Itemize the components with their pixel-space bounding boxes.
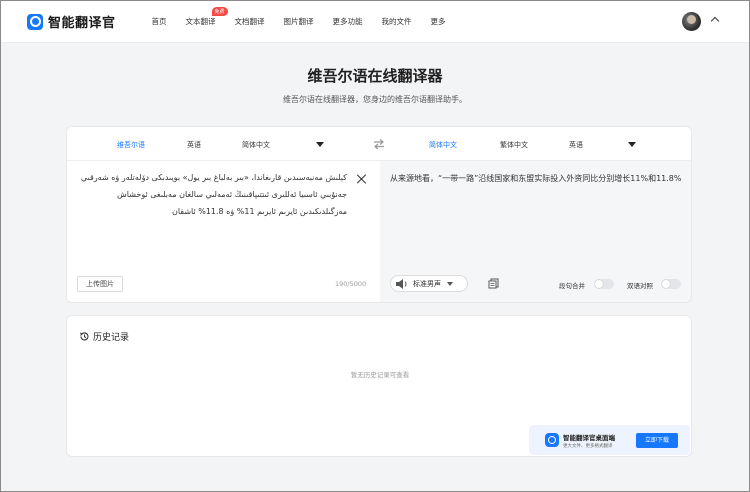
clear-icon[interactable] — [357, 174, 367, 184]
app-logo-icon — [545, 433, 559, 447]
target-lang-english[interactable]: 英语 — [569, 140, 583, 150]
upload-image-button[interactable]: 上传图片 — [77, 276, 123, 292]
avatar[interactable] — [682, 12, 701, 31]
history-panel: 历史记录 暂无历史记录可查看 智能翻译官桌面端 更大文件、更多格式翻译 立即下载 — [66, 315, 692, 457]
bilingual-label: 双语对照 — [627, 282, 653, 290]
paragraph-merge-label: 段句合并 — [559, 282, 585, 290]
language-bar: 维吾尔语 英语 简体中文 简体中文 繁体中文 英语 — [67, 127, 691, 161]
download-title: 智能翻译官桌面端 — [563, 434, 615, 442]
free-badge: 免费 — [211, 7, 228, 16]
download-now-button[interactable]: 立即下载 — [636, 433, 678, 448]
menu-item-my-files[interactable]: 我的文件 — [382, 16, 412, 27]
target-lang-dropdown-icon[interactable] — [628, 142, 636, 147]
bilingual-toggle[interactable] — [661, 279, 681, 289]
main-menu: 首页 文本翻译 免费 文档翻译 图片翻译 更多功能 我的文件 更多 — [152, 7, 465, 27]
menu-item-more[interactable]: 更多 — [431, 16, 446, 27]
menu-item-doc-translate[interactable]: 文档翻译 — [235, 16, 265, 27]
source-lang-english[interactable]: 英语 — [187, 140, 201, 150]
target-lang-traditional[interactable]: 繁体中文 — [500, 140, 528, 150]
history-title: 历史记录 — [93, 333, 130, 343]
page-subtitle: 维吾尔语在线翻译器，您身边的维吾尔语翻译助手。 — [283, 95, 467, 104]
source-input-area[interactable]: كېلىش مەنبەسىدىن قارىغاندا، «بىر بەلباغ … — [67, 161, 380, 302]
source-lang-uyghur[interactable]: 维吾尔语 — [117, 140, 145, 150]
source-lang-chinese[interactable]: 简体中文 — [242, 140, 270, 150]
source-lang-dropdown-icon[interactable] — [316, 142, 324, 147]
speaker-icon[interactable] — [395, 278, 409, 290]
voice-select[interactable]: 标准男声 — [390, 275, 468, 292]
target-lang-chinese[interactable]: 简体中文 — [429, 140, 457, 150]
source-text[interactable]: كېلىش مەنبەسىدىن قارىغاندا، «بىر بەلباغ … — [77, 169, 347, 220]
menu-item-more-features[interactable]: 更多功能 — [333, 16, 363, 27]
char-counter: 190/5000 — [335, 280, 367, 288]
copy-icon[interactable] — [488, 278, 499, 289]
logo[interactable]: 智能翻译官 — [27, 12, 116, 31]
menu-item-image-translate[interactable]: 图片翻译 — [284, 16, 314, 27]
desktop-download-card: 智能翻译官桌面端 更大文件、更多格式翻译 立即下载 — [529, 425, 690, 455]
page: 智能翻译官 首页 文本翻译 免费 文档翻译 图片翻译 更多功能 我的文件 更多 … — [0, 0, 750, 492]
translate-panel: 维吾尔语 英语 简体中文 简体中文 繁体中文 英语 كېلىش مەنبەسىد… — [66, 126, 692, 303]
history-header: 历史记录 — [79, 330, 129, 343]
logo-icon — [27, 13, 43, 30]
menu-item-label: 文本翻译 — [185, 17, 216, 26]
history-empty-text: 暂无历史记录可查看 — [350, 371, 410, 379]
page-title: 维吾尔语在线翻译器 — [307, 67, 443, 85]
target-output-area: 从来源地看，“一带一路”沿线国家和东盟实际投入外资同比分别增长11%和11.8%… — [380, 161, 691, 302]
paragraph-merge-toggle[interactable] — [594, 279, 614, 289]
history-icon — [79, 332, 89, 341]
chevron-down-icon — [447, 281, 453, 286]
voice-label: 标准男声 — [413, 279, 441, 288]
menu-item-home[interactable]: 首页 — [152, 16, 167, 27]
logo-text: 智能翻译官 — [48, 16, 116, 31]
menu-item-text-translate[interactable]: 文本翻译 免费 — [185, 7, 228, 27]
swap-languages-icon[interactable] — [372, 137, 386, 151]
top-nav: 智能翻译官 首页 文本翻译 免费 文档翻译 图片翻译 更多功能 我的文件 更多 — [1, 1, 749, 43]
target-text: 从来源地看，“一带一路”沿线国家和东盟实际投入外资同比分别增长11%和11.8% — [390, 174, 682, 183]
download-subtitle: 更大文件、更多格式翻译 — [563, 444, 613, 449]
